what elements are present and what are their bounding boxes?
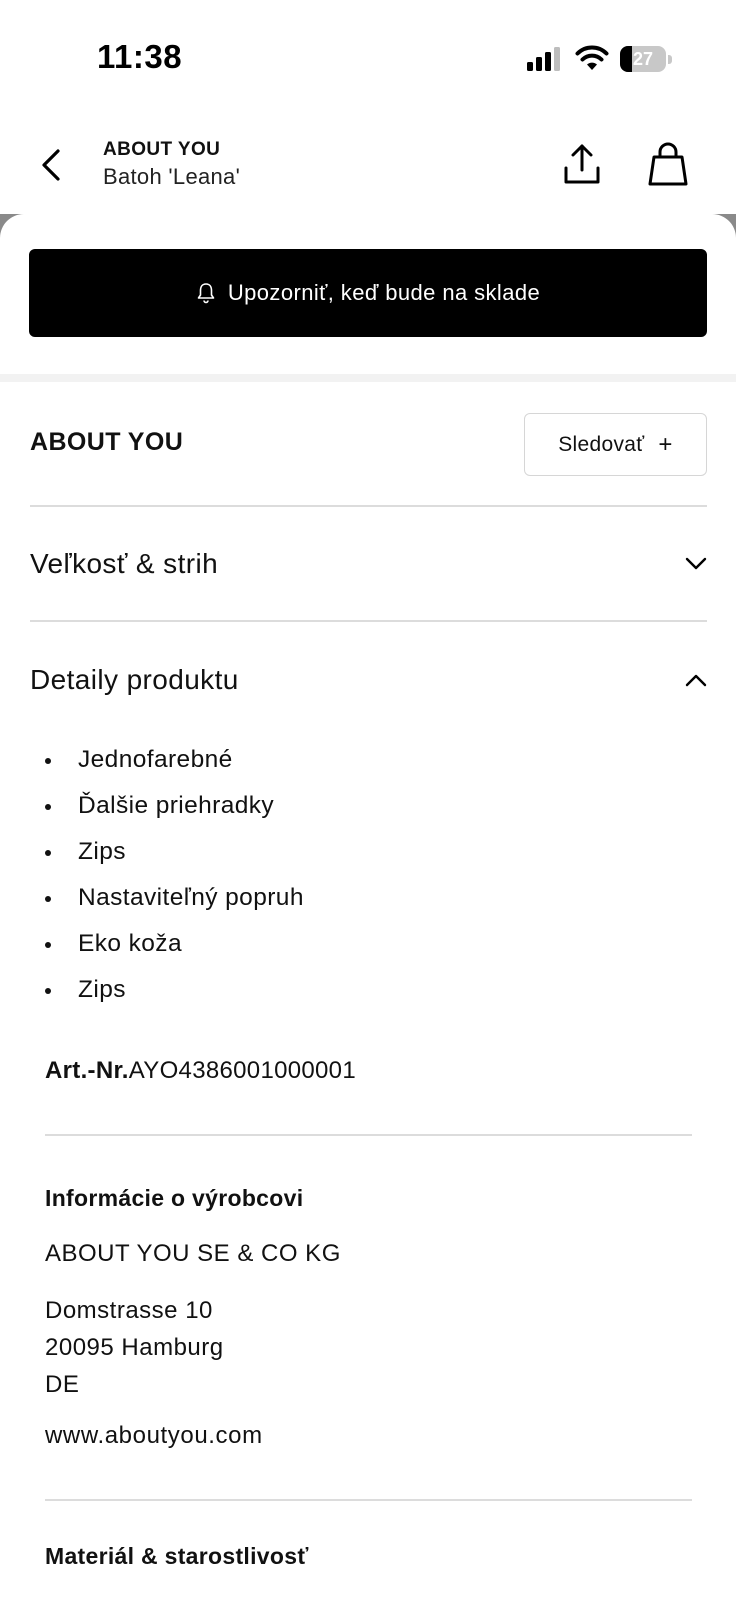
manufacturer-name: ABOUT YOU SE & CO KG: [45, 1240, 341, 1267]
top-nav: ABOUT YOU Batoh 'Leana': [0, 118, 736, 214]
share-icon: [564, 144, 600, 184]
accordion-product-details-label: Detaily produktu: [30, 664, 239, 695]
status-time: 11:38: [97, 38, 183, 75]
article-number-value: AYO4386001000001: [128, 1057, 356, 1084]
plus-icon: +: [658, 430, 673, 458]
address-line: 20095 Hamburg: [45, 1334, 224, 1361]
manufacturer-address: Domstrasse 10 20095 Hamburg DE: [45, 1292, 224, 1403]
accordion-product-details[interactable]: Detaily produktu: [30, 650, 707, 710]
accordion-size-fit-label: Veľkosť & strih: [30, 548, 219, 579]
notify-when-in-stock-button[interactable]: Upozorniť, keď bude na sklade: [29, 249, 707, 337]
follow-brand-button[interactable]: Sledovať +: [524, 413, 707, 476]
bell-icon: [197, 283, 215, 304]
header-product-name: Batoh 'Leana': [103, 164, 241, 189]
section-separator: [0, 374, 736, 382]
list-item: Nastaviteľný popruh: [45, 878, 304, 924]
manufacturer-website-link[interactable]: www.aboutyou.com: [45, 1422, 263, 1450]
signal-icon: [527, 47, 560, 71]
article-number-label: Art.-Nr.: [45, 1057, 129, 1084]
article-number: Art.-Nr.AYO4386001000001: [45, 1057, 356, 1085]
header-brand: ABOUT YOU: [103, 139, 221, 160]
chevron-left-icon: [42, 149, 60, 181]
status-bar: 11:38 27: [0, 0, 736, 118]
accordion-size-fit[interactable]: Veľkosť & strih: [30, 534, 707, 594]
list-item: Jednofarebné: [45, 740, 304, 786]
chevron-down-icon: [685, 557, 707, 570]
battery-level: 27: [632, 49, 654, 69]
divider: [30, 505, 707, 507]
shopping-bag-button[interactable]: [646, 140, 690, 188]
battery-icon: 27: [620, 46, 672, 72]
wifi-icon: [575, 45, 609, 70]
follow-label: Sledovať: [558, 432, 645, 456]
brand-name: ABOUT YOU: [30, 428, 184, 456]
header-titles: ABOUT YOU Batoh 'Leana': [103, 138, 240, 192]
list-item: Eko koža: [45, 924, 304, 970]
shopping-bag-icon: [648, 142, 688, 186]
chevron-up-icon: [685, 674, 707, 687]
back-button[interactable]: [30, 143, 74, 187]
address-line: Domstrasse 10: [45, 1297, 213, 1324]
notify-label: Upozorniť, keď bude na sklade: [227, 280, 541, 305]
divider: [30, 620, 707, 622]
list-item: Ďalšie priehradky: [45, 786, 304, 832]
divider: [45, 1134, 692, 1136]
list-item: Zips: [45, 970, 304, 1016]
address-line: DE: [45, 1371, 80, 1398]
share-button[interactable]: [560, 142, 604, 188]
list-item: Zips: [45, 832, 304, 878]
product-details-list: Jednofarebné Ďalšie priehradky Zips Nast…: [45, 740, 304, 1016]
divider: [45, 1499, 692, 1501]
material-care-title[interactable]: Materiál & starostlivosť: [45, 1543, 309, 1570]
manufacturer-title: Informácie o výrobcovi: [45, 1185, 304, 1211]
